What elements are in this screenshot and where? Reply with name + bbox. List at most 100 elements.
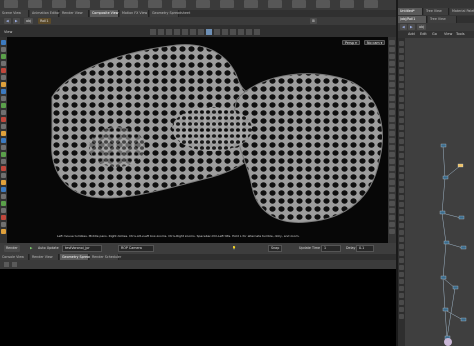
- viewport-tool-icon[interactable]: [1, 138, 6, 143]
- network-tool-icon[interactable]: [399, 188, 404, 193]
- network-tool-icon[interactable]: [399, 90, 404, 95]
- display-option-icon[interactable]: [389, 82, 395, 87]
- viewer-tool-icon[interactable]: [166, 29, 172, 35]
- network-node[interactable]: [452, 285, 459, 290]
- network-tool-icon[interactable]: [399, 41, 404, 46]
- menu-item[interactable]: Edit: [420, 32, 427, 36]
- network-tool-icon[interactable]: [399, 48, 404, 53]
- shelf-tool-icon[interactable]: [124, 0, 138, 8]
- display-option-icon[interactable]: [389, 96, 395, 101]
- display-option-icon[interactable]: [389, 89, 395, 94]
- display-option-icon[interactable]: [389, 117, 395, 122]
- viewport-tool-icon[interactable]: [1, 152, 6, 157]
- viewport-tool-icon[interactable]: [1, 229, 6, 234]
- network-tool-icon[interactable]: [399, 244, 404, 249]
- update-time-field[interactable]: 1: [321, 245, 341, 252]
- network-tool-icon[interactable]: [399, 104, 404, 109]
- viewport-tool-icon[interactable]: [1, 194, 6, 199]
- shelf-tool-icon[interactable]: [172, 0, 186, 8]
- viewport-tool-icon[interactable]: [1, 40, 6, 45]
- shelf-tool-icon[interactable]: [148, 0, 162, 8]
- viewer-tool-icon[interactable]: [254, 29, 260, 35]
- display-option-icon[interactable]: [389, 110, 395, 115]
- path-obj[interactable]: obj: [24, 18, 34, 24]
- net-title-tab[interactable]: Tree View: [424, 8, 449, 15]
- display-option-icon[interactable]: [389, 54, 395, 59]
- tab-2[interactable]: Render View: [60, 10, 89, 17]
- display-option-icon[interactable]: [389, 145, 395, 150]
- menu-item[interactable]: View: [444, 32, 452, 36]
- network-tool-icon[interactable]: [399, 83, 404, 88]
- network-node[interactable]: [440, 275, 447, 280]
- display-option-icon[interactable]: [389, 75, 395, 80]
- network-tool-icon[interactable]: [399, 286, 404, 291]
- network-node[interactable]: [443, 240, 450, 245]
- menu-item[interactable]: Add: [408, 32, 415, 36]
- network-tool-icon[interactable]: [399, 293, 404, 298]
- viewer-tool-icon[interactable]: [174, 29, 180, 35]
- network-tool-icon[interactable]: [399, 132, 404, 137]
- pane-options-icon[interactable]: ⊞: [310, 18, 317, 24]
- scene-viewport[interactable]: Persp ▾ No cam ▾ Left mouse tumbles. Mid…: [7, 37, 388, 243]
- display-option-icon[interactable]: [389, 131, 395, 136]
- snap-button[interactable]: Snap: [268, 245, 283, 252]
- display-option-icon[interactable]: [389, 194, 395, 199]
- viewer-tool-icon[interactable]: [214, 29, 220, 35]
- menu-item[interactable]: Tools: [456, 32, 465, 36]
- network-tool-icon[interactable]: [399, 174, 404, 179]
- network-node[interactable]: [457, 163, 464, 168]
- display-option-icon[interactable]: [389, 68, 395, 73]
- network-tool-icon[interactable]: [399, 202, 404, 207]
- shelf-tool-icon[interactable]: [28, 0, 42, 8]
- network-tool-icon[interactable]: [399, 209, 404, 214]
- display-option-icon[interactable]: [389, 152, 395, 157]
- viewer-tool-icon[interactable]: [230, 29, 236, 35]
- viewport-tool-icon[interactable]: [1, 208, 6, 213]
- network-path[interactable]: obj: [417, 24, 427, 30]
- display-option-icon[interactable]: [389, 215, 395, 220]
- display-option-icon[interactable]: [389, 47, 395, 52]
- shelf-tool-icon[interactable]: [4, 0, 18, 8]
- render-button[interactable]: Render: [4, 245, 20, 252]
- viewer-tool-icon[interactable]: [198, 29, 204, 35]
- shelf-tool-icon[interactable]: [244, 0, 258, 8]
- path-node[interactable]: Roll1: [38, 18, 51, 24]
- network-tool-icon[interactable]: [399, 76, 404, 81]
- tab-3[interactable]: Composite View: [90, 10, 119, 17]
- light-icon[interactable]: 💡: [230, 245, 238, 252]
- viewer-tool-icon[interactable]: [246, 29, 252, 35]
- net-back-icon[interactable]: ◀: [400, 24, 407, 30]
- display-option-icon[interactable]: [389, 187, 395, 192]
- network-tool-icon[interactable]: [399, 265, 404, 270]
- network-node[interactable]: [460, 317, 467, 322]
- network-tool-icon[interactable]: [399, 195, 404, 200]
- viewer-tool-icon[interactable]: [158, 29, 164, 35]
- viewer-tool-icon[interactable]: [190, 29, 196, 35]
- play-icon[interactable]: ▶: [28, 245, 35, 252]
- network-tool-icon[interactable]: [399, 314, 404, 319]
- shelf-tool-icon[interactable]: [292, 0, 306, 8]
- viewport-tool-icon[interactable]: [1, 82, 6, 87]
- network-tool-icon[interactable]: [399, 181, 404, 186]
- display-option-icon[interactable]: [389, 180, 395, 185]
- network-tool-icon[interactable]: [399, 139, 404, 144]
- viewport-tool-icon[interactable]: [1, 47, 6, 52]
- network-tool-icon[interactable]: [399, 160, 404, 165]
- display-option-icon[interactable]: [389, 103, 395, 108]
- network-node[interactable]: [440, 143, 447, 148]
- tab-1[interactable]: Tree View: [428, 16, 457, 23]
- viewer-tool-icon[interactable]: [150, 29, 156, 35]
- viewport-tool-icon[interactable]: [1, 222, 6, 227]
- network-tool-icon[interactable]: [399, 69, 404, 74]
- net-title-tab[interactable]: Untitled*: [398, 8, 423, 15]
- viewport-tool-icon[interactable]: [1, 75, 6, 80]
- viewport-tool-icon[interactable]: [1, 187, 6, 192]
- shelf-tool-icon[interactable]: [340, 0, 354, 8]
- viewer-tool-icon[interactable]: [182, 29, 188, 35]
- viewer-tool-icon[interactable]: [206, 29, 212, 35]
- network-node[interactable]: [442, 175, 449, 180]
- shelf-tool-icon[interactable]: [364, 0, 378, 8]
- viewport-tool-icon[interactable]: [1, 61, 6, 66]
- viewport-tool-icon[interactable]: [1, 54, 6, 59]
- shelf-tool-icon[interactable]: [220, 0, 234, 8]
